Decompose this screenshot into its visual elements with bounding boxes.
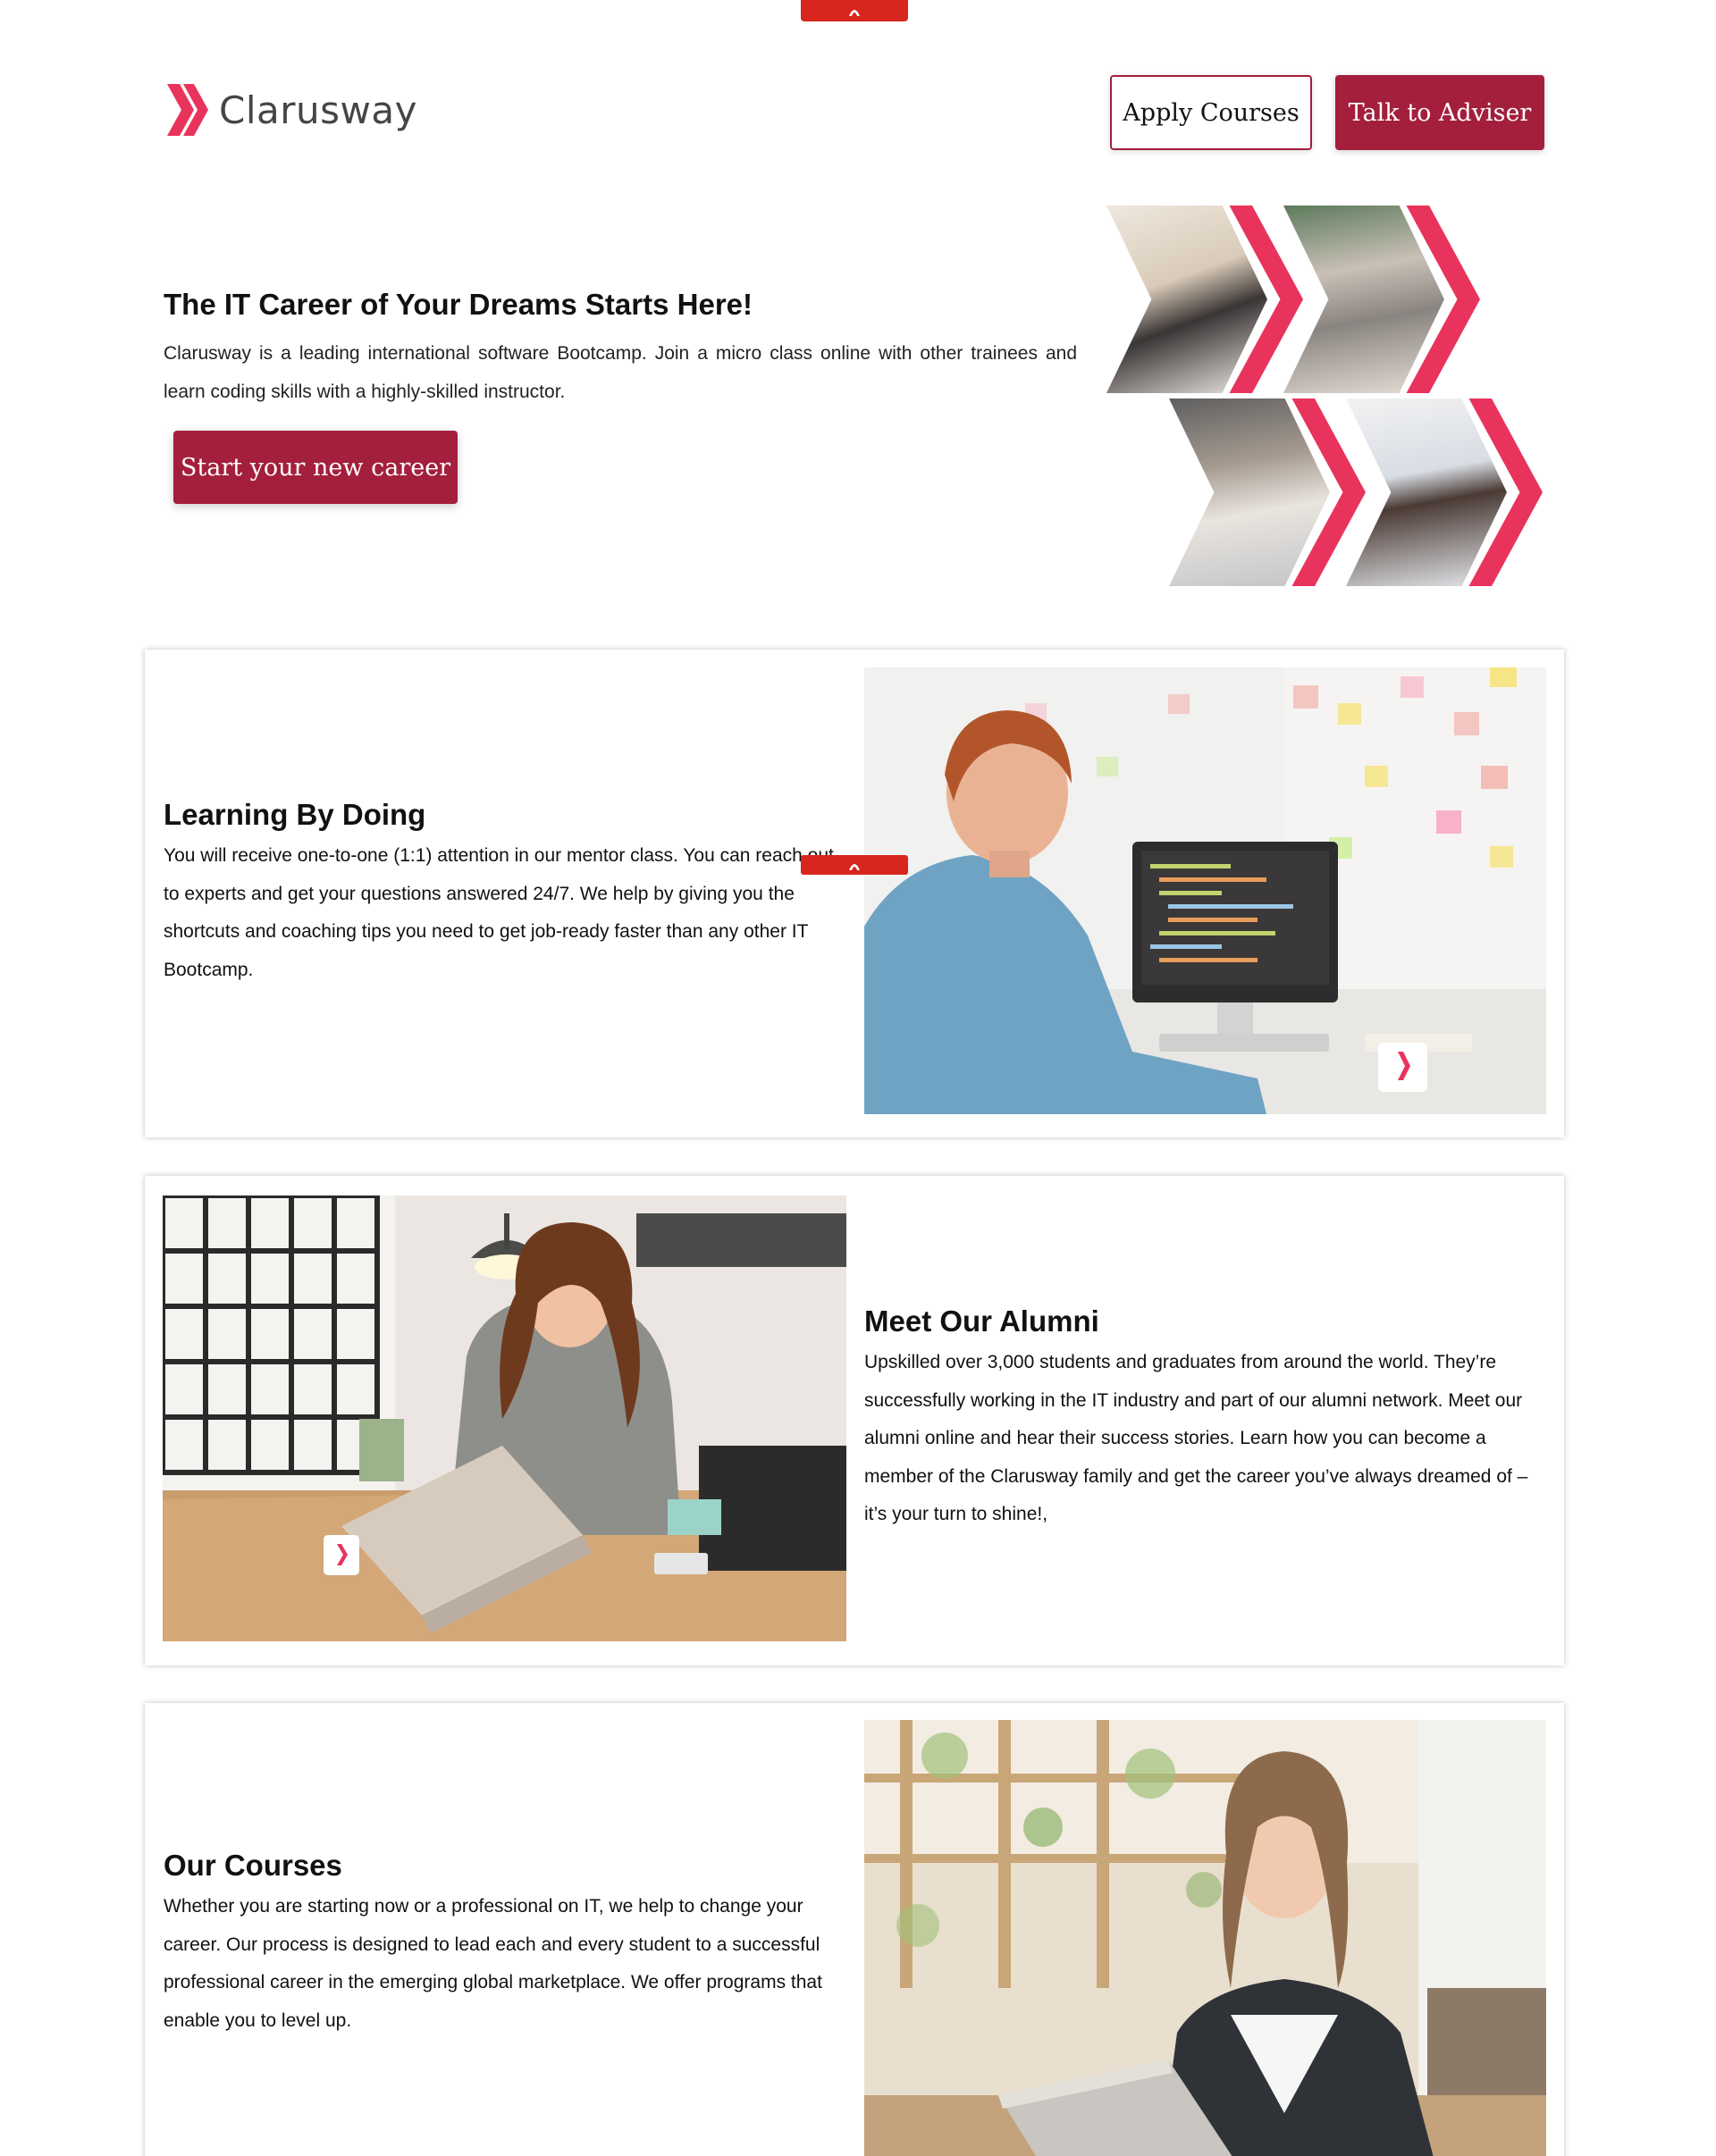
apply-courses-button[interactable]: Apply Courses: [1110, 75, 1312, 150]
section-text: Upskilled over 3,000 students and gradua…: [864, 1352, 1528, 1524]
section-title: Our Courses: [164, 1849, 342, 1882]
collage-photo-2: [1283, 206, 1444, 393]
alumni-photo: [163, 1195, 846, 1641]
double-chevron-icon: [167, 84, 208, 136]
collage-tile-4: [1346, 398, 1543, 586]
section-meet-our-alumni: Meet Our Alumni Upskilled over 3,000 stu…: [145, 1176, 1564, 1665]
hero-title: The IT Career of Your Dreams Starts Here…: [164, 288, 753, 321]
collage-tile-1: [1106, 206, 1303, 393]
brand-name: Clarusway: [219, 88, 417, 132]
courses-photo: [864, 1720, 1546, 2156]
collage-photo-3: [1169, 398, 1330, 586]
collage-photo-1: [1106, 206, 1267, 393]
section-our-courses: Our Courses Whether you are starting now…: [145, 1703, 1564, 2156]
learning-photo: [864, 667, 1546, 1114]
site-header: Clarusway Apply Courses Talk to Adviser: [0, 0, 1716, 179]
hero-collage: [1106, 206, 1553, 590]
section-title: Meet Our Alumni: [864, 1305, 1099, 1338]
section-learning-by-doing: Learning By Doing You will receive one-t…: [145, 650, 1564, 1137]
collage-tile-2: [1283, 206, 1480, 393]
section-text: You will receive one-to-one (1:1) attent…: [164, 845, 834, 980]
arrow-up-icon: [849, 864, 860, 870]
start-career-button[interactable]: Start your new career: [173, 431, 458, 504]
section-title: Learning By Doing: [164, 798, 426, 831]
collage-tile-3: [1169, 398, 1366, 586]
brand-logo[interactable]: Clarusway: [165, 82, 417, 138]
talk-to-adviser-button[interactable]: Talk to Adviser: [1335, 75, 1544, 150]
hero-description: Clarusway is a leading international sof…: [164, 343, 1077, 402]
scroll-tab[interactable]: [801, 855, 908, 875]
section-text: Whether you are starting now or a profes…: [164, 1896, 822, 2031]
collage-photo-4: [1346, 398, 1507, 586]
